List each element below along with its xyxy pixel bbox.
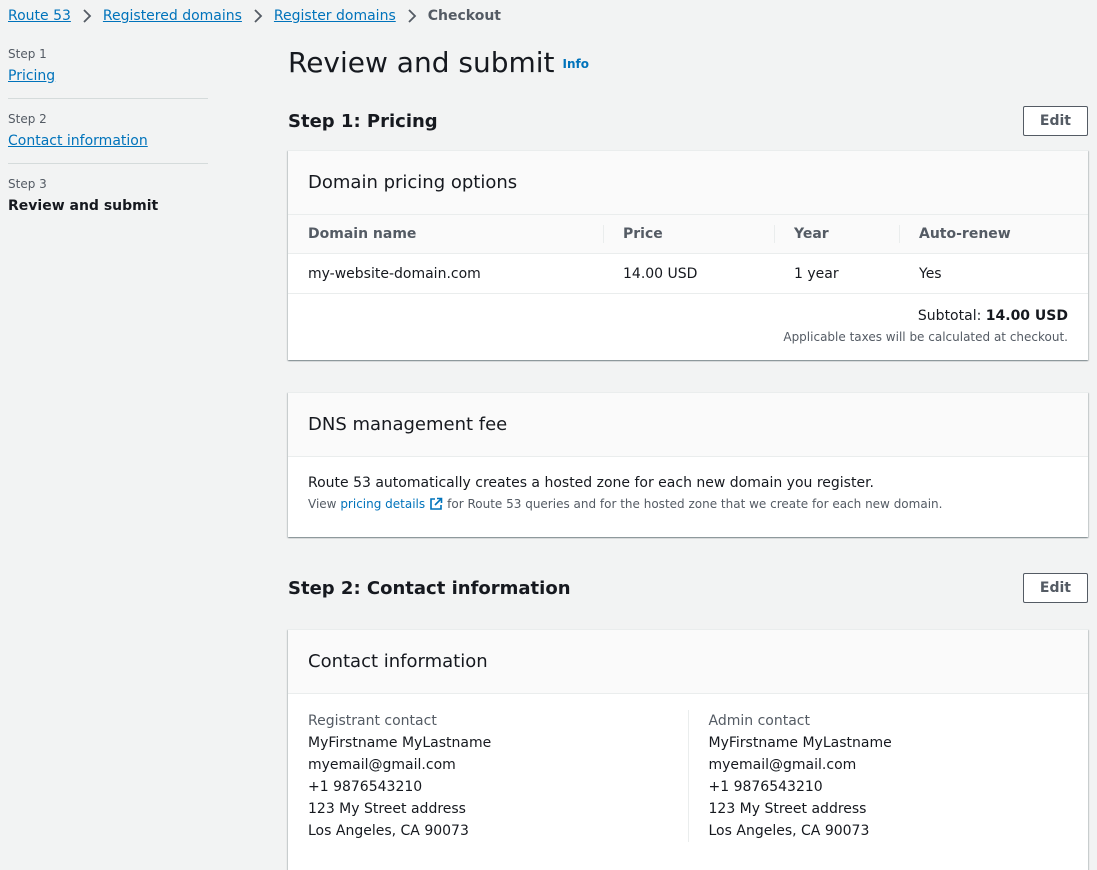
step1-edit-button[interactable]: Edit — [1022, 106, 1088, 136]
contact-columns: Registrant contact MyFirstname MyLastnam… — [288, 694, 1088, 842]
admin-contact-title: Admin contact — [708, 713, 810, 729]
step1-header: Step 1: Pricing Edit — [288, 105, 1088, 137]
registrant-name: MyFirstname MyLastname — [308, 735, 492, 751]
dns-note-prefix: View — [308, 497, 337, 511]
pricing-details-link[interactable]: pricing details — [340, 497, 425, 511]
cell-price: 14.00 USD — [603, 253, 774, 294]
step-link-pricing[interactable]: Pricing — [8, 66, 208, 86]
info-link[interactable]: Info — [563, 57, 589, 71]
registrant-phone: +1 9876543210 — [308, 779, 423, 795]
breadcrumb-registered-domains[interactable]: Registered domains — [103, 8, 242, 24]
page-title-text: Review and submit — [288, 46, 555, 79]
step-item-pricing: Step 1 Pricing — [8, 46, 208, 98]
chevron-right-icon — [248, 6, 268, 26]
admin-email: myemail@gmail.com — [708, 757, 857, 773]
admin-address: 123 My Street address — [708, 801, 867, 817]
column-price: Price — [603, 215, 774, 254]
column-auto-renew: Auto-renew — [899, 215, 1088, 254]
external-link-icon[interactable] — [429, 497, 443, 511]
cell-auto-renew: Yes — [899, 253, 1088, 294]
admin-phone: +1 9876543210 — [708, 779, 823, 795]
subtotal-label: Subtotal: — [917, 308, 982, 324]
admin-city: Los Angeles, CA 90073 — [708, 823, 870, 839]
step2-edit-button[interactable]: Edit — [1022, 573, 1088, 603]
registrant-contact: Registrant contact MyFirstname MyLastnam… — [288, 710, 688, 842]
dns-management-card: DNS management fee Route 53 automaticall… — [288, 392, 1088, 537]
step1-heading: Step 1: Pricing — [288, 110, 438, 132]
subtotal: Subtotal: 14.00 USD — [288, 294, 1088, 324]
domain-pricing-title: Domain pricing options — [308, 172, 518, 193]
card-header: DNS management fee — [288, 393, 1088, 457]
breadcrumb: Route 53 Registered domains Register dom… — [8, 6, 501, 26]
pricing-table: Domain name Price Year Auto-renew my-web… — [288, 215, 1088, 294]
dns-pricing-note: View pricing details for Route 53 querie… — [308, 497, 1068, 511]
step2-header: Step 2: Contact information Edit — [288, 572, 1088, 604]
table-header-row: Domain name Price Year Auto-renew — [288, 215, 1088, 254]
step-link-contact-information[interactable]: Contact information — [8, 131, 208, 151]
registrant-city: Los Angeles, CA 90073 — [308, 823, 469, 839]
admin-name: MyFirstname MyLastname — [708, 735, 892, 751]
breadcrumb-current: Checkout — [427, 8, 501, 24]
table-row: my-website-domain.com 14.00 USD 1 year Y… — [288, 253, 1088, 294]
step-number: Step 3 — [8, 177, 47, 191]
dns-note-suffix: for Route 53 queries and for the hosted … — [447, 497, 943, 511]
subtotal-value: 14.00 USD — [985, 308, 1068, 324]
dns-description: Route 53 automatically creates a hosted … — [308, 475, 874, 491]
step2-heading: Step 2: Contact information — [288, 577, 571, 599]
domain-pricing-card: Domain pricing options Domain name Price… — [288, 150, 1088, 360]
tax-note: Applicable taxes will be calculated at c… — [783, 330, 1068, 344]
registrant-email: myemail@gmail.com — [308, 757, 456, 773]
breadcrumb-route53[interactable]: Route 53 — [8, 8, 71, 24]
cell-year: 1 year — [774, 253, 899, 294]
contact-information-title: Contact information — [308, 651, 488, 672]
contact-information-card: Contact information Registrant contact M… — [288, 629, 1088, 870]
step-number: Step 1 — [8, 47, 47, 61]
admin-contact: Admin contact MyFirstname MyLastname mye… — [687, 710, 1089, 842]
column-year: Year — [774, 215, 899, 254]
card-header: Domain pricing options — [288, 151, 1088, 215]
chevron-right-icon — [402, 6, 422, 26]
step-item-review: Step 3 Review and submit — [8, 163, 208, 228]
column-domain-name: Domain name — [288, 215, 603, 254]
card-header: Contact information — [288, 630, 1088, 694]
registrant-address: 123 My Street address — [308, 801, 466, 817]
cell-domain-name: my-website-domain.com — [288, 253, 603, 294]
dns-body: Route 53 automatically creates a hosted … — [288, 457, 1088, 511]
breadcrumb-register-domains[interactable]: Register domains — [274, 8, 396, 24]
registrant-contact-title: Registrant contact — [308, 713, 437, 729]
chevron-right-icon — [77, 6, 97, 26]
page-title: Review and submit Info — [288, 44, 589, 83]
step-item-contact: Step 2 Contact information — [8, 98, 208, 163]
dns-management-title: DNS management fee — [308, 414, 508, 435]
step-number: Step 2 — [8, 112, 47, 126]
wizard-steps: Step 1 Pricing Step 2 Contact informatio… — [8, 46, 208, 228]
step-label-review-and-submit: Review and submit — [8, 198, 159, 214]
